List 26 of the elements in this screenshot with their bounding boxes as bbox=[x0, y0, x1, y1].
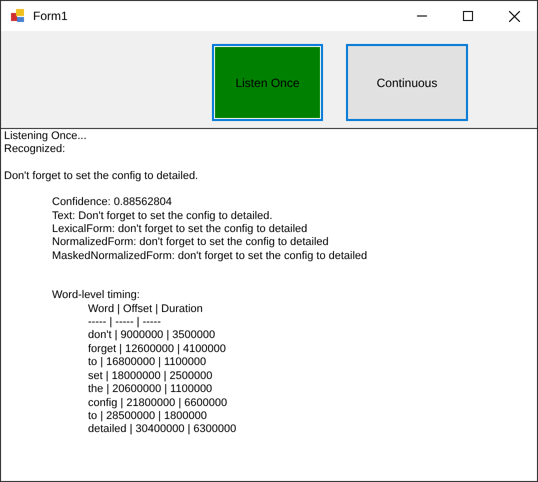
log-line: Don't forget to set the config to detailed. bbox=[4, 170, 198, 184]
log-line: Word-level timing: bbox=[52, 289, 140, 303]
log-line: don't | 9000000 | 3500000 bbox=[88, 329, 216, 343]
app-icon bbox=[10, 8, 26, 24]
log-line: Word | Offset | Duration bbox=[88, 302, 203, 316]
command-button[interactable]: Listen Once bbox=[212, 44, 323, 121]
log-line: Listening Once... bbox=[4, 130, 87, 144]
log-line: to | 16800000 | 1100000 bbox=[88, 356, 206, 370]
command-button[interactable]: Continuous bbox=[346, 44, 468, 121]
close-icon bbox=[508, 10, 520, 22]
log-line: detailed | 30400000 | 6300000 bbox=[88, 423, 236, 437]
log-line: Confidence: 0.88562804 bbox=[52, 196, 172, 210]
maximize-icon bbox=[463, 11, 473, 21]
log-line: ----- | ----- | ----- bbox=[88, 316, 161, 330]
log-line: set | 18000000 | 2500000 bbox=[88, 370, 212, 384]
log-line: Text: Don't forget to set the config to detailed. bbox=[52, 210, 272, 224]
log-line: MaskedNormalizedForm: don't forget to set the config to detailed bbox=[52, 250, 368, 264]
log-line: Recognized: bbox=[4, 143, 66, 157]
log-line: config | 21800000 | 6600000 bbox=[88, 396, 228, 410]
output-textbox[interactable] bbox=[1, 128, 537, 481]
log-line: the | 20600000 | 1100000 bbox=[88, 383, 212, 396]
window-title: Form1 bbox=[33, 8, 68, 25]
log-line: to | 28500000 | 1800000 bbox=[88, 410, 207, 424]
log-line: forget | 12600000 | 4100000 bbox=[88, 342, 226, 356]
log-line: LexicalForm: don't forget to set the config to detailed bbox=[52, 223, 308, 236]
log-line: NormalizedForm: don't forget to set the config to detailed bbox=[52, 236, 329, 250]
